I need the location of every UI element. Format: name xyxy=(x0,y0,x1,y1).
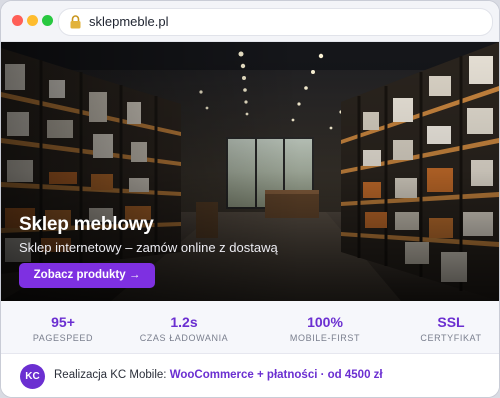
minimize-window-button[interactable] xyxy=(27,15,38,26)
view-products-button[interactable]: Zobacz produkty → xyxy=(19,263,155,288)
stat-load-time: 1.2s CZAS ŁADOWANIA xyxy=(122,314,246,343)
browser-toolbar: sklepmeble.pl xyxy=(1,1,499,42)
url-text: sklepmeble.pl xyxy=(89,14,169,29)
hero-title: Sklep meblowy xyxy=(19,214,154,235)
stat-value: 95+ xyxy=(51,314,75,330)
stat-ssl: SSL CERTYFIKAT xyxy=(389,314,499,343)
stat-pagespeed: 95+ PAGESPEED xyxy=(1,314,125,343)
stat-label: CZAS ŁADOWANIA xyxy=(139,333,229,343)
hero-subtitle: Sklep internetowy – zamów online z dosta… xyxy=(19,240,278,255)
stat-label: PAGESPEED xyxy=(32,333,94,343)
hero-section: Sklep meblowy Sklep internetowy – zamów … xyxy=(1,42,499,301)
close-window-button[interactable] xyxy=(12,15,23,26)
footer-prefix: Realizacja KC Mobile: xyxy=(54,369,170,381)
footer-credit: Realizacja KC Mobile: WooCommerce + płat… xyxy=(54,369,383,381)
stat-value: SSL xyxy=(437,314,465,330)
avatar: KC xyxy=(20,364,45,389)
stat-mobile-first: 100% MOBILE-FIRST xyxy=(263,314,387,343)
stat-label: MOBILE-FIRST xyxy=(289,333,361,343)
stats-bar: 95+ PAGESPEED 1.2s CZAS ŁADOWANIA 100% M… xyxy=(1,301,499,354)
address-bar[interactable]: sklepmeble.pl xyxy=(58,8,493,36)
footer-bar: KC Realizacja KC Mobile: WooCommerce + p… xyxy=(1,354,499,397)
stat-label: CERTYFIKAT xyxy=(420,333,482,343)
maximize-window-button[interactable] xyxy=(42,15,53,26)
lock-icon xyxy=(70,15,81,29)
stat-value: 1.2s xyxy=(170,314,198,330)
stat-value: 100% xyxy=(307,314,343,330)
footer-offer-link[interactable]: WooCommerce + płatności · od 4500 zł xyxy=(170,369,383,381)
browser-window: sklepmeble.pl Sklep meblowy Sklep intern… xyxy=(0,0,500,398)
